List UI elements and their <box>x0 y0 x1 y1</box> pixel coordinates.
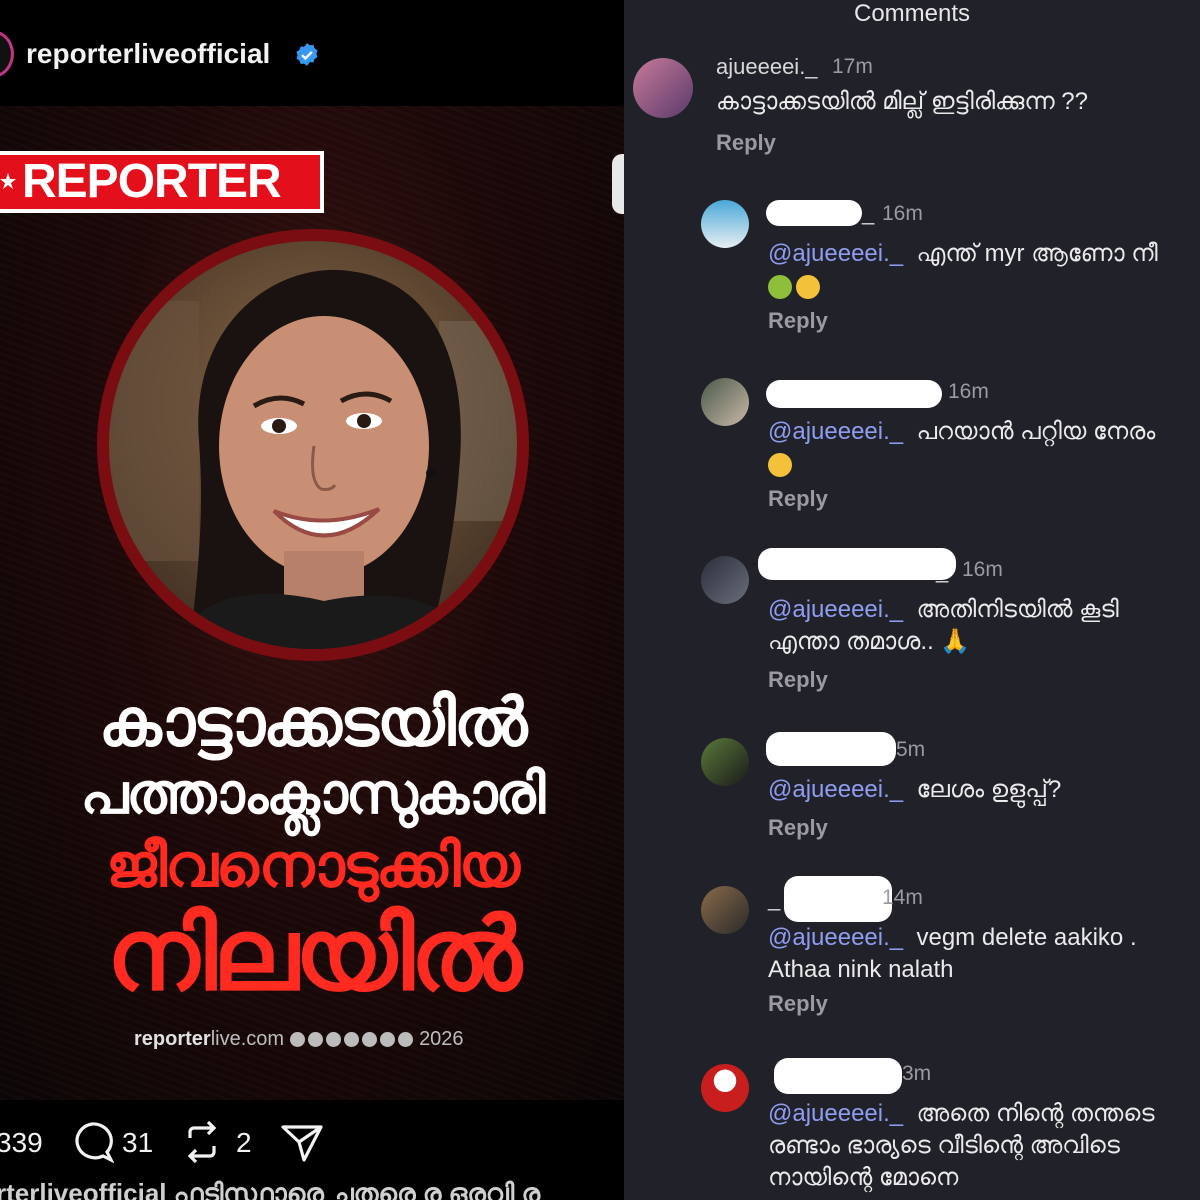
like-count: 339 <box>0 1127 43 1158</box>
redacted-username <box>766 732 896 766</box>
headline-line-4: നിലയിൽ <box>106 896 521 1013</box>
post-header: reporterliveofficial <box>0 0 624 106</box>
commenter-avatar[interactable] <box>701 1064 749 1112</box>
post-actions: 339 31 2 rterliveofficial ഫടിസ്ഥാരെ ചതരെ… <box>0 1100 624 1200</box>
reply-button[interactable]: Reply <box>768 991 828 1017</box>
mention-link[interactable]: @ajueeeei._ <box>768 924 903 951</box>
footer-year: 2026 <box>419 1028 464 1050</box>
commenter-avatar[interactable] <box>701 886 749 934</box>
nauseated-face-emoji-icon <box>768 274 792 299</box>
comment-username[interactable]: _ <box>768 886 780 912</box>
reply-button[interactable]: Reply <box>768 815 828 841</box>
profile-avatar[interactable] <box>0 30 14 78</box>
comment-text: @ajueeeei._ എന്ത് myr ആണോ നീ <box>768 238 1188 302</box>
comment-text: കാട്ടാക്കടയിൽ മില്ല് ഇട്ടിരിക്കുന്ന ?? <box>716 88 1088 115</box>
post-image[interactable]: REPORTER കാട്ടാക്കടയിൽ പത്താംക്ലാസുകാരി … <box>0 106 624 1100</box>
comment-icon[interactable] <box>70 1120 114 1164</box>
redacted-username <box>766 380 942 408</box>
share-icon[interactable] <box>280 1120 324 1164</box>
reply-button[interactable]: Reply <box>716 130 776 156</box>
mention-link[interactable]: @ajueeeei._ <box>768 240 903 267</box>
unamused-face-emoji-icon <box>796 274 820 299</box>
comment-time: 16m <box>882 202 923 225</box>
comment-text: @ajueeeei._ അതിനിടയിൽ കൂടി എന്താ തമാശ.. … <box>768 596 1119 655</box>
reply-button[interactable]: Reply <box>768 667 828 693</box>
repost-icon[interactable] <box>182 1120 222 1164</box>
smiling-face-emoji-icon <box>768 452 792 477</box>
comment-username[interactable]: ajueeeei._ <box>716 54 818 80</box>
comment-time: 17m <box>832 55 873 78</box>
comments-title: Comments <box>853 0 971 27</box>
redacted-username <box>766 200 862 226</box>
commenter-avatar[interactable] <box>701 378 749 426</box>
commenter-avatar[interactable] <box>701 556 749 604</box>
mention-link[interactable]: @ajueeeei._ <box>768 1100 903 1127</box>
post-caption: rterliveofficial ഫടിസ്ഥാരെ ചതരെ ര ഒരവി ര <box>0 1178 541 1200</box>
repost-count: 2 <box>236 1127 252 1158</box>
image-footer: reporterlive.com 2026 <box>134 1028 464 1051</box>
verified-badge-icon <box>296 43 318 66</box>
comment-time: 3m <box>902 1062 932 1085</box>
comment-time: 5m <box>896 738 926 761</box>
redacted-username <box>758 548 956 580</box>
comment-username[interactable]: _ <box>936 558 948 584</box>
headline-line-1: കാട്ടാക്കടയിൽ <box>98 684 528 761</box>
comment-text: @ajueeeei._ ലേശം ഉളുപ്പ്? <box>768 776 1062 803</box>
comment-time: 14m <box>882 886 923 909</box>
comment-username[interactable]: _ <box>862 200 874 226</box>
post-username[interactable]: reporterliveofficial <box>26 38 270 70</box>
comment-time: 16m <box>948 380 989 403</box>
comment-text: @ajueeeei._ പറയാൻ പറ്റിയ നേരം <box>768 416 1188 480</box>
commenter-avatar[interactable] <box>701 738 749 786</box>
edge-logo-fragment <box>612 154 624 214</box>
redacted-username <box>784 876 892 922</box>
commenter-avatar[interactable] <box>701 200 749 248</box>
mention-link[interactable]: @ajueeeei._ <box>768 776 903 803</box>
comments-panel: Comments ajueeeei._ 17m കാട്ടാക്കടയിൽ മി… <box>624 0 1200 1200</box>
reply-button[interactable]: Reply <box>768 308 828 334</box>
comment-text: @ajueeeei._ അതെ നിന്റെ തന്തടെ രണ്ടാം ഭാര… <box>768 1100 1155 1191</box>
comment-text: @ajueeeei._ vegm delete aakiko . Athaa n… <box>768 924 1137 983</box>
footer-site-rest: live.com <box>210 1028 285 1050</box>
social-icons <box>290 1032 414 1047</box>
mention-link[interactable]: @ajueeeei._ <box>768 596 903 623</box>
mention-link[interactable]: @ajueeeei._ <box>768 418 903 445</box>
comment-time: 16m <box>962 558 1003 581</box>
footer-site-bold: reporter <box>134 1028 211 1050</box>
post-panel: reporterliveofficial REPORTER കാട്ടാക്കട… <box>0 0 624 1200</box>
headline-line-2: പത്താംക്ലാസുകാരി <box>80 762 546 827</box>
commenter-avatar[interactable] <box>633 58 693 118</box>
reply-button[interactable]: Reply <box>768 486 828 512</box>
headline-line-3: ജീവനൊടുക്കിയ <box>106 831 520 901</box>
portrait-photo <box>97 229 529 661</box>
reporter-logo: REPORTER <box>0 151 324 213</box>
comment-count: 31 <box>122 1127 154 1158</box>
redacted-username <box>774 1058 902 1094</box>
